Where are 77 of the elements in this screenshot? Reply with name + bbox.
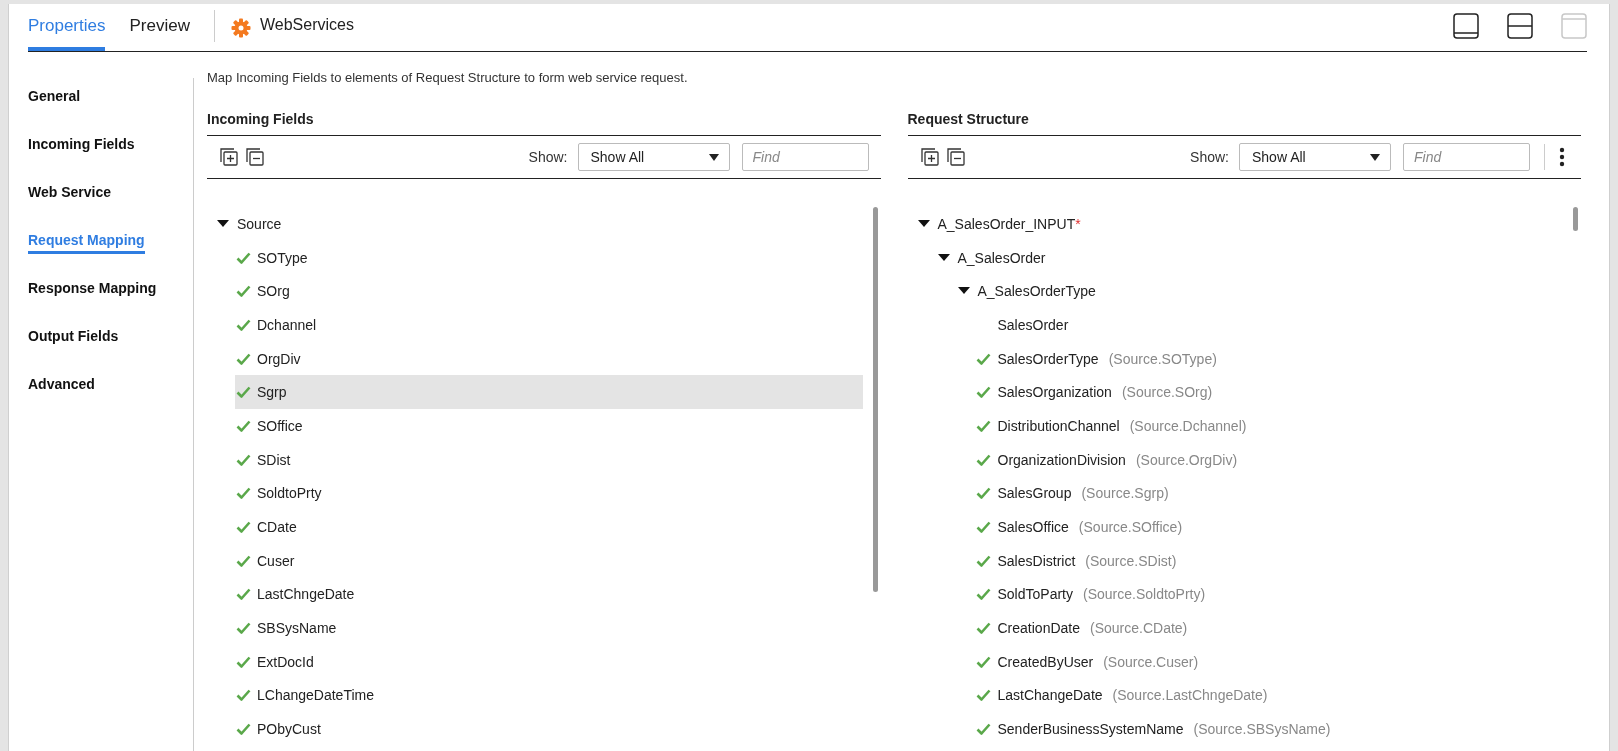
caret-icon [708, 153, 719, 161]
tree-item[interactable]: OrgDiv [257, 350, 301, 367]
tab[interactable]: Properties [28, 4, 106, 51]
mapping-source: (Source.OrgDiv) [1135, 451, 1238, 468]
caret-icon [1370, 153, 1380, 161]
mapping-source: (Source.SoldtoPrty) [1083, 586, 1206, 603]
find-field[interactable]: Find [741, 143, 869, 171]
tree-item[interactable]: SDist [257, 451, 291, 468]
tree-item[interactable]: A_SalesOrder [957, 249, 1046, 266]
mapping-source: (Source.SOrg) [1121, 384, 1213, 401]
sidebar-item[interactable]: Incoming Fields [28, 136, 135, 158]
mapping-source: (Source.Sgrp) [1081, 485, 1169, 502]
tree-item[interactable]: Cuser [257, 552, 295, 569]
bottom-panel-layout-icon[interactable] [1453, 12, 1479, 39]
collapse-triangle-icon[interactable] [937, 253, 950, 262]
tree-item[interactable]: SOrg [257, 283, 290, 300]
tree-item[interactable]: Dchannel [257, 316, 317, 333]
tree-item[interactable]: LastChngeDate [257, 586, 355, 603]
tree-item[interactable]: SenderBusinessSystemName [997, 721, 1184, 738]
tree-item[interactable]: SalesOrganization [997, 384, 1112, 401]
tree-item[interactable]: SBSysName [257, 620, 337, 637]
tree-item[interactable]: SalesDistrict [997, 552, 1076, 569]
mapping-source: (Source.CDate) [1090, 620, 1188, 637]
scrollbar-thumb[interactable] [872, 207, 878, 592]
mapping-source: (Source.Cuser) [1103, 653, 1199, 670]
sidebar-item[interactable]: Web Service [28, 184, 111, 206]
show-label: Show: [528, 149, 568, 165]
mapping-source: (Source.LastChngeDate) [1112, 687, 1268, 704]
split-layout-icon[interactable] [1507, 12, 1533, 39]
panel-title: Incoming Fields [207, 111, 315, 129]
show-dropdown[interactable]: Show All [577, 143, 730, 171]
expand-all-icon[interactable] [217, 146, 239, 168]
collapse-triangle-icon[interactable] [957, 287, 970, 296]
tree-item[interactable]: OrganizationDivision [997, 451, 1126, 468]
tree-item[interactable]: SalesOffice [997, 519, 1069, 536]
mapping-source: (Source.SBSysName) [1193, 721, 1331, 738]
sidebar-item[interactable]: Advanced [28, 376, 95, 398]
description-text: Map Incoming Fields to elements of Request Structure to form web service request. [207, 70, 689, 85]
selected-tree-row[interactable]: Sgrp [235, 375, 863, 410]
tree-item[interactable]: LastChangeDate [997, 687, 1103, 704]
mapping-source: (Source.SDist) [1085, 552, 1177, 569]
tree-item[interactable]: SalesGroup [997, 485, 1072, 502]
tree-item[interactable]: SoldToParty [997, 586, 1073, 603]
mapping-source: (Source.SOffice) [1078, 519, 1183, 536]
panel-title: Request Structure [907, 111, 1030, 129]
sidebar-item[interactable]: General [28, 88, 81, 110]
tree-item[interactable]: ExtDocId [257, 653, 314, 670]
object-title: WebServices [259, 15, 354, 34]
more-menu-icon[interactable] [1559, 147, 1565, 167]
show-dropdown[interactable]: Show All [1239, 143, 1391, 171]
tree-item[interactable]: CDate [257, 519, 297, 536]
tree-item[interactable]: PObyCust [257, 721, 321, 738]
tree-item[interactable]: DistributionChannel [997, 417, 1120, 434]
tree-item[interactable]: CreatedByUser [997, 653, 1094, 670]
scrollbar-thumb[interactable] [1573, 207, 1578, 231]
required-mark: * [1075, 215, 1081, 232]
tree-item[interactable]: SOType [257, 249, 308, 266]
tree-item[interactable]: CreationDate [997, 620, 1080, 637]
tree-item[interactable]: SOffice [257, 417, 303, 434]
tree-item[interactable]: SoldtoPrty [257, 485, 322, 502]
collapse-triangle-icon[interactable] [917, 219, 930, 228]
tree-item[interactable]: Source [237, 215, 282, 232]
tree-item[interactable]: A_SalesOrder_INPUT [937, 215, 1076, 232]
find-field[interactable]: Find [1403, 143, 1530, 171]
tree-item[interactable]: LChangeDateTime [257, 687, 374, 704]
tree-item[interactable]: SalesOrder [997, 316, 1069, 333]
sidebar-item[interactable]: Response Mapping [28, 280, 157, 302]
show-label: Show: [1190, 149, 1229, 165]
tree-item[interactable]: SalesOrderType [997, 350, 1099, 367]
sidebar-item[interactable]: Request Mapping [28, 232, 145, 254]
sidebar-item[interactable]: Output Fields [28, 328, 119, 350]
tab[interactable]: Preview [129, 4, 190, 51]
collapse-triangle-icon[interactable] [217, 219, 229, 228]
mapping-source: (Source.SOType) [1108, 350, 1217, 367]
tree-item[interactable]: A_SalesOrderType [977, 283, 1096, 300]
mapping-source: (Source.Dchannel) [1129, 417, 1247, 434]
collapse-all-icon[interactable] [243, 146, 265, 168]
